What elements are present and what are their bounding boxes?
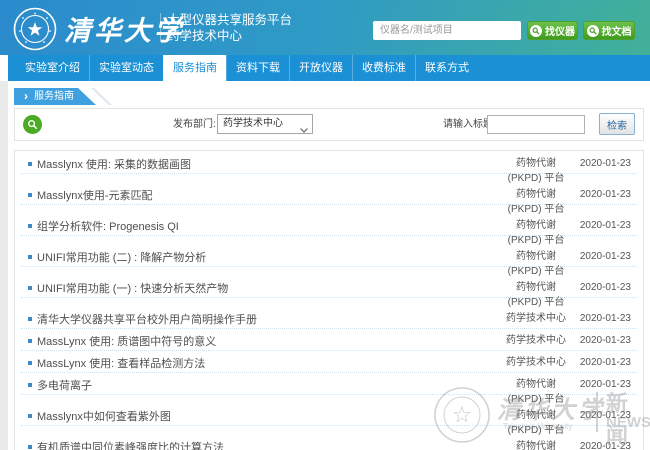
list-item[interactable]: MassLynx 使用: 查看样品检测方法 药学技术中心 2020-01-23	[15, 352, 643, 374]
list-item[interactable]: UNIFI常用功能 (一) : 快速分析天然产物 药物代谢 2020-01-23…	[15, 277, 643, 308]
platform-title: 大型仪器共享服务平台 药学技术中心	[167, 12, 292, 44]
bullet-icon	[28, 317, 32, 321]
document-title[interactable]: 组学分析软件: Progenesis QI	[37, 221, 179, 233]
department: 药物代谢	[476, 374, 596, 395]
department: 药学技术中心	[476, 330, 596, 351]
header-divider	[160, 13, 161, 42]
breadcrumb-decoration	[91, 88, 112, 105]
search-icon	[23, 115, 42, 134]
list-item[interactable]: MassLynx 使用: 质谱图中符号的意义 药学技术中心 2020-01-23	[15, 330, 643, 352]
document-title[interactable]: UNIFI常用功能 (二) : 降解产物分析	[37, 252, 206, 264]
instrument-search-input[interactable]	[373, 21, 521, 40]
bullet-icon	[28, 445, 32, 449]
platform-line2: 药学技术中心	[167, 28, 292, 44]
publish-date: 2020-01-23	[580, 246, 631, 267]
publish-date: 2020-01-23	[580, 374, 631, 395]
breadcrumb-label: 服务指南	[34, 91, 74, 102]
filter-panel: 发布部门: 药学技术中心 请输入标题: 检索	[14, 108, 644, 141]
list-item[interactable]: Masslynx中如何查看紫外图 药物代谢 2020-01-23 (PKPD) …	[15, 405, 643, 436]
publish-date: 2020-01-23	[580, 352, 631, 373]
main-nav: 实验室介绍 实验室动态 服务指南 资料下载 开放仪器 收费标准 联系方式	[8, 55, 650, 81]
breadcrumb-arrow-icon: ›	[24, 89, 28, 103]
document-title[interactable]: Masslynx 使用: 采集的数据画图	[37, 159, 191, 171]
department: 药物代谢	[476, 246, 596, 267]
find-instrument-label: 找仪器	[545, 23, 575, 38]
bullet-icon	[28, 193, 32, 197]
bullet-icon	[28, 255, 32, 259]
bullet-icon	[28, 383, 32, 387]
list-item[interactable]: 组学分析软件: Progenesis QI 药物代谢 2020-01-23 (P…	[15, 215, 643, 246]
list-item[interactable]: 有机质谱中同位素峰强度比的计算方法 药物代谢 2020-01-23 (PKPD)…	[15, 436, 643, 450]
department: 药学技术中心	[476, 308, 596, 329]
bullet-icon	[28, 162, 32, 166]
department: 药物代谢	[476, 436, 596, 450]
department: 药物代谢	[476, 277, 596, 298]
publish-date: 2020-01-23	[580, 153, 631, 174]
department: 药学技术中心	[476, 352, 596, 373]
publish-date: 2020-01-23	[580, 436, 631, 450]
retrieve-button[interactable]: 检索	[599, 113, 635, 135]
search-icon	[587, 25, 599, 37]
nav-tab-downloads[interactable]: 资料下载	[226, 55, 289, 81]
document-title[interactable]: Masslynx使用-元素匹配	[37, 190, 153, 202]
department: 药物代谢	[476, 153, 596, 174]
list-item[interactable]: UNIFI常用功能 (二) : 降解产物分析 药物代谢 2020-01-23 (…	[15, 246, 643, 277]
nav-tab-service-guide[interactable]: 服务指南	[163, 55, 226, 81]
bullet-icon	[28, 361, 32, 365]
list-item[interactable]: Masslynx使用-元素匹配 药物代谢 2020-01-23 (PKPD) 平…	[15, 184, 643, 215]
publish-date: 2020-01-23	[580, 405, 631, 426]
document-title[interactable]: MassLynx 使用: 质谱图中符号的意义	[37, 336, 216, 348]
document-title[interactable]: 清华大学仪器共享平台校外用户简明操作手册	[37, 314, 257, 326]
document-title[interactable]: Masslynx中如何查看紫外图	[37, 411, 171, 423]
nav-tab-contact[interactable]: 联系方式	[415, 55, 478, 81]
nav-tab-fee-standards[interactable]: 收费标准	[352, 55, 415, 81]
bullet-icon	[28, 339, 32, 343]
publish-date: 2020-01-23	[580, 215, 631, 236]
department: 药物代谢	[476, 184, 596, 205]
nav-tab-lab-news[interactable]: 实验室动态	[89, 55, 163, 81]
bullet-icon	[28, 286, 32, 290]
document-title[interactable]: UNIFI常用功能 (一) : 快速分析天然产物	[37, 283, 228, 295]
nav-tab-open-instruments[interactable]: 开放仪器	[289, 55, 352, 81]
bullet-icon	[28, 414, 32, 418]
nav-tab-lab-intro[interactable]: 实验室介绍	[16, 55, 89, 81]
bullet-icon	[28, 224, 32, 228]
left-gutter	[0, 81, 8, 450]
find-document-label: 找文档	[602, 23, 632, 38]
publish-date: 2020-01-23	[580, 330, 631, 351]
publish-date: 2020-01-23	[580, 277, 631, 298]
search-icon	[530, 25, 542, 37]
document-title[interactable]: 有机质谱中同位素峰强度比的计算方法	[37, 442, 224, 450]
university-name: 清华大学	[64, 9, 184, 48]
document-title[interactable]: 多电荷离子	[37, 380, 92, 392]
list-item[interactable]: 多电荷离子 药物代谢 2020-01-23 (PKPD) 平台	[15, 374, 643, 405]
department: 药物代谢	[476, 215, 596, 236]
list-item[interactable]: 清华大学仪器共享平台校外用户简明操作手册 药学技术中心 2020-01-23	[15, 308, 643, 330]
tsinghua-seal-icon	[13, 7, 57, 51]
title-search-input[interactable]	[487, 115, 585, 134]
department-select-value: 药学技术中心	[223, 118, 283, 129]
chevron-down-icon	[300, 122, 308, 140]
page: 清华大学 大型仪器共享服务平台 药学技术中心 找仪器 找文档 实验室介绍 实验室…	[0, 0, 650, 450]
list-item[interactable]: Masslynx 使用: 采集的数据画图 药物代谢 2020-01-23 (PK…	[15, 153, 643, 184]
publish-date: 2020-01-23	[580, 308, 631, 329]
document-list: Masslynx 使用: 采集的数据画图 药物代谢 2020-01-23 (PK…	[14, 150, 644, 450]
breadcrumb[interactable]: › 服务指南	[14, 88, 96, 105]
find-instrument-button[interactable]: 找仪器	[527, 21, 578, 40]
platform-line1: 大型仪器共享服务平台	[167, 12, 292, 28]
department: 药物代谢	[476, 405, 596, 426]
department-select[interactable]: 药学技术中心	[217, 114, 313, 134]
find-document-button[interactable]: 找文档	[583, 21, 635, 40]
site-header: 清华大学 大型仪器共享服务平台 药学技术中心 找仪器 找文档	[0, 0, 650, 55]
publish-date: 2020-01-23	[580, 184, 631, 205]
department-label: 发布部门:	[173, 109, 216, 140]
document-title[interactable]: MassLynx 使用: 查看样品检测方法	[37, 358, 205, 370]
